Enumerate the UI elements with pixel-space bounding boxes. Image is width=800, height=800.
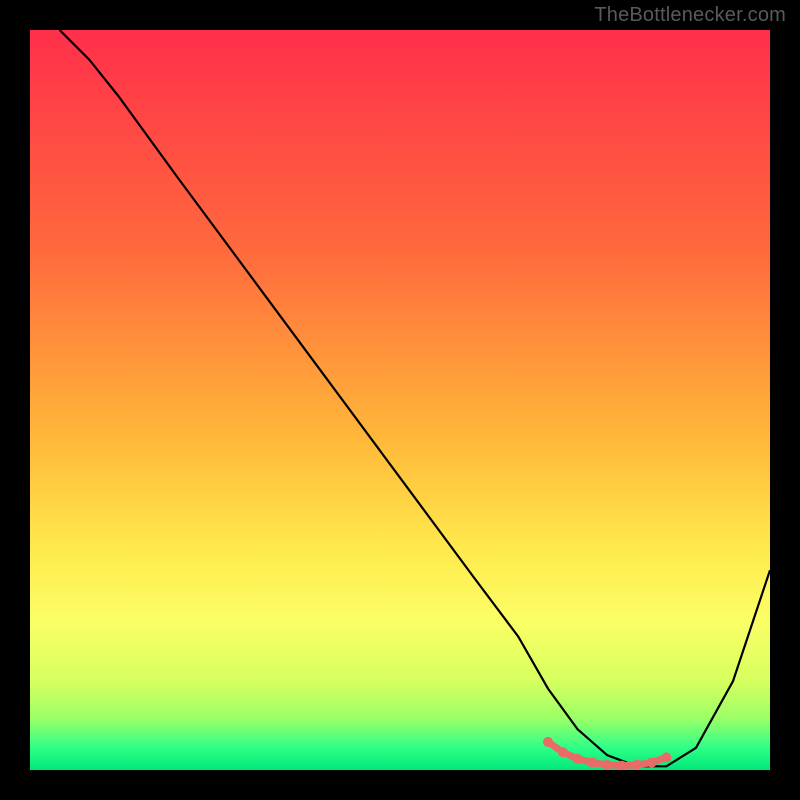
marker-dot	[602, 760, 612, 770]
marker-dot	[558, 747, 568, 757]
marker-dot	[632, 760, 642, 770]
marker-dot	[587, 758, 597, 768]
marker-dot	[573, 754, 583, 764]
watermark-text: TheBottlenecker.com	[594, 4, 786, 27]
marker-dot	[543, 737, 553, 747]
marker-dot	[647, 758, 657, 768]
marker-dot	[661, 752, 671, 762]
chart-plot-area	[30, 30, 770, 770]
chart-svg	[30, 30, 770, 770]
gradient-background	[30, 30, 770, 770]
